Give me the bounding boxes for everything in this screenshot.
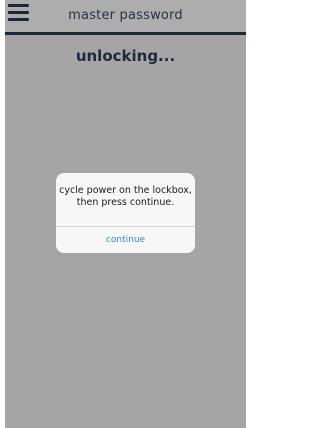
continue-button[interactable]: continue (56, 227, 195, 253)
dialog-message: cycle power on the lockbox, then press c… (56, 185, 195, 209)
dialog-message-line-1: cycle power on the lockbox, (59, 185, 192, 196)
alert-dialog: cycle power on the lockbox, then press c… (56, 173, 195, 253)
app-screen: master password unlocking... cycle power… (5, 0, 246, 428)
dialog-message-line-2: then press continue. (76, 197, 175, 208)
